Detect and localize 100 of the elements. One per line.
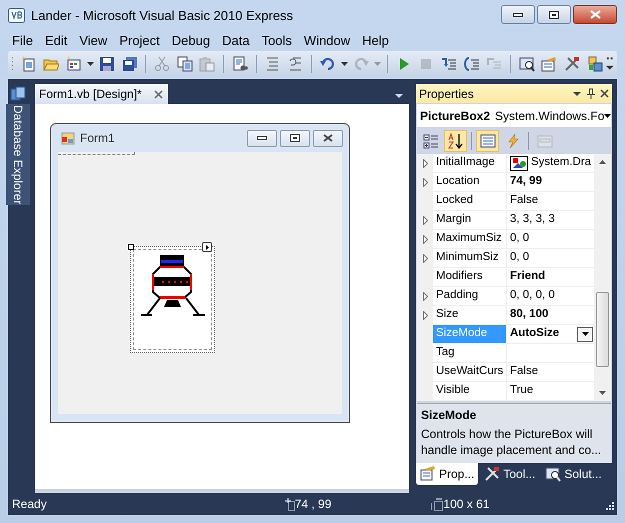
value-cell[interactable]: True (507, 382, 594, 400)
property-name[interactable]: MaximumSiz (433, 230, 506, 248)
property-name[interactable]: Tag (433, 344, 506, 362)
value-cell[interactable]: 74, 99 (507, 173, 594, 191)
property-name[interactable]: Modifiers (433, 268, 506, 286)
expand-icon[interactable] (422, 178, 428, 186)
property-name[interactable]: InitialImage (433, 154, 506, 172)
document-tab[interactable]: Form1.vb [Design]* (35, 84, 168, 104)
minimize-button[interactable] (247, 130, 277, 146)
value-cell[interactable]: AutoSize (507, 325, 594, 343)
maximize-button[interactable] (537, 5, 571, 24)
expand-icon[interactable] (422, 254, 428, 262)
resize-handle[interactable] (128, 244, 134, 250)
expand-icon[interactable] (422, 216, 428, 224)
object-selector[interactable]: PictureBox2 System.Windows.Fo (417, 104, 611, 127)
property-name[interactable]: UseWaitCurs (433, 363, 506, 381)
close-button[interactable] (313, 130, 343, 146)
resize-grip-icon[interactable] (604, 502, 614, 512)
value-cell[interactable]: 0, 0, 0, 0 (507, 287, 594, 305)
description-text: Controls how the PictureBox will handle image placement and co... (421, 426, 602, 458)
minimize-icon (257, 136, 267, 140)
expand-icon[interactable] (422, 292, 428, 300)
panel-tab[interactable]: Tool... (480, 463, 540, 485)
property-value[interactable]: AutoSize (510, 325, 560, 343)
scroll-thumb[interactable] (596, 292, 609, 367)
expand-icon[interactable] (422, 310, 428, 320)
side-tab[interactable]: Database Explorer (6, 104, 30, 206)
property-value[interactable]: System.Dra (531, 154, 592, 172)
expand-icon[interactable] (422, 234, 428, 244)
value-cell[interactable]: Friend (507, 268, 594, 286)
value-cell[interactable]: 0, 0 (507, 249, 594, 267)
comment-lines-icon (264, 56, 280, 72)
size-icon (431, 498, 444, 510)
new-project-icon (20, 56, 37, 72)
value-cell[interactable]: System.Dra (507, 154, 594, 172)
close-icon[interactable] (600, 89, 609, 98)
scroll-up-icon[interactable] (599, 160, 606, 164)
maximize-icon (290, 134, 300, 142)
close-icon[interactable] (154, 90, 163, 98)
value-cell[interactable]: 3, 3, 3, 3 (507, 211, 594, 229)
database-icon (10, 86, 26, 102)
property-value[interactable]: False (510, 192, 538, 210)
property-value[interactable]: 0, 0 (510, 230, 530, 248)
close-button[interactable] (573, 5, 617, 24)
toolbar-grip-icon[interactable] (11, 56, 14, 72)
menu-item[interactable]: Tools (256, 30, 298, 50)
description-title: SizeMode (421, 407, 478, 424)
scroll-down-icon[interactable] (599, 391, 606, 395)
property-value[interactable]: 80, 100 (510, 306, 548, 324)
toolbar-button[interactable] (476, 130, 499, 152)
value-cell[interactable]: 0, 0 (507, 230, 594, 248)
panel-tab[interactable]: Prop... (416, 463, 478, 485)
dropdown-arrow-icon[interactable] (573, 92, 581, 96)
tab-label: Form1.vb [Design]* (39, 86, 142, 103)
expand-icon[interactable] (422, 158, 428, 168)
property-name[interactable]: Visible (433, 382, 506, 400)
menu-item[interactable]: Help (356, 30, 395, 50)
overflow-icon[interactable] (606, 56, 614, 72)
window-title: Lander - Microsoft Visual Basic 2010 Express (31, 7, 294, 26)
property-value[interactable]: 74, 99 (510, 173, 542, 191)
tools-icon (484, 466, 500, 482)
property-value[interactable]: 0, 0, 0, 0 (510, 287, 555, 305)
value-cell[interactable]: False (507, 192, 594, 210)
menu-item[interactable]: File (6, 30, 39, 50)
value-cell[interactable]: 80, 100 (507, 306, 594, 324)
property-name[interactable]: Location (433, 173, 506, 191)
status-position: 74 , 99 (294, 496, 332, 513)
tab-label: Prop... (439, 466, 474, 483)
value-cell[interactable] (507, 344, 594, 362)
minimize-button[interactable] (501, 5, 535, 24)
caret-icon (582, 332, 588, 336)
menu-item[interactable]: View (73, 30, 114, 50)
caret-icon (86, 62, 94, 66)
panel-title: Properties (419, 86, 474, 102)
property-value[interactable]: False (510, 363, 538, 381)
menu-item[interactable]: Window (298, 30, 356, 50)
smart-tag-button[interactable] (202, 242, 212, 252)
toolbar-button[interactable] (444, 130, 467, 152)
scrollbar[interactable] (594, 154, 611, 401)
property-value[interactable]: Friend (510, 268, 546, 286)
property-name[interactable]: Margin (433, 211, 506, 229)
property-value[interactable]: 0, 0 (510, 249, 530, 267)
dropdown-button[interactable] (577, 326, 593, 342)
maximize-button[interactable] (280, 130, 310, 146)
menu-item[interactable]: Project (113, 30, 166, 50)
maximize-icon (549, 10, 559, 18)
menu-item[interactable]: Edit (38, 30, 74, 50)
value-cell[interactable]: False (507, 363, 594, 381)
panel-tab[interactable]: Solut... (541, 463, 606, 485)
property-value[interactable]: True (510, 382, 534, 400)
property-name[interactable]: Size (433, 306, 506, 324)
status-message: Ready (12, 496, 47, 513)
property-name[interactable]: Locked (433, 192, 506, 210)
dropdown-arrow-icon[interactable] (395, 94, 403, 98)
menu-item[interactable]: Data (216, 30, 256, 50)
property-value[interactable]: 3, 3, 3, 3 (510, 211, 555, 229)
property-name[interactable]: Padding (433, 287, 506, 305)
pin-icon[interactable] (587, 88, 595, 99)
property-name[interactable]: MinimumSiz (433, 249, 506, 267)
menu-item[interactable]: Debug (166, 30, 216, 50)
